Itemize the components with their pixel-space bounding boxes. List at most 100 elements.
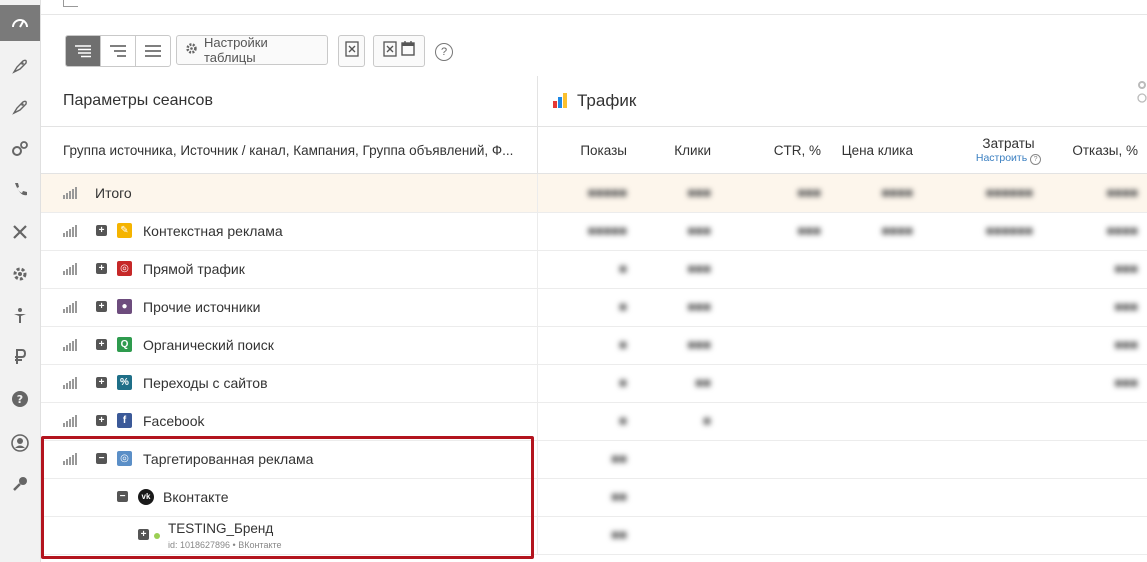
blurred-value: ■■■■	[881, 223, 913, 238]
expand-icon[interactable]: +	[96, 301, 107, 312]
column-divider	[537, 76, 538, 173]
gears-icon[interactable]	[0, 131, 40, 167]
excel-icon	[344, 40, 359, 62]
blurred-value: ■	[619, 375, 627, 390]
expand-icon[interactable]: +	[96, 339, 107, 350]
flat-view-icon[interactable]	[136, 36, 170, 66]
impressions-header[interactable]: Показы	[571, 143, 627, 158]
tree-view-icon[interactable]	[66, 36, 101, 66]
cpc-header[interactable]: Цена клика	[831, 143, 913, 158]
expand-icon[interactable]: +	[96, 377, 107, 388]
left-sidebar: ?	[0, 0, 41, 562]
blurred-value: ■	[703, 413, 711, 428]
toolbar: Настройки таблицы ?	[41, 15, 1147, 76]
dimensions-header[interactable]: Группа источника, Источник / канал, Камп…	[63, 143, 523, 158]
user-icon[interactable]	[0, 425, 40, 461]
view-mode-switch	[65, 35, 171, 67]
row-label: Прочие источники	[143, 299, 261, 315]
other-sources-icon: ●	[117, 299, 132, 314]
svg-text:?: ?	[17, 393, 23, 406]
ctr-header[interactable]: CTR, %	[761, 143, 821, 158]
row-divider	[537, 364, 538, 402]
blurred-value: ■■■	[1114, 299, 1138, 314]
table-row[interactable]: + ✎ Контекстная реклама ■■■■■ ■■■ ■■■ ■■…	[41, 212, 1147, 251]
ruble-icon[interactable]	[0, 339, 40, 375]
table-row[interactable]: + % Переходы с сайтов ■ ■■ ■■■	[41, 364, 1147, 403]
indented-view-icon[interactable]	[101, 36, 136, 66]
row-chart-icon[interactable]	[63, 301, 77, 313]
table-row[interactable]: + ◎ Прямой трафик ■ ■■■ ■■■	[41, 250, 1147, 289]
top-strip	[41, 0, 1147, 15]
blurred-value: ■■■■	[1106, 185, 1138, 200]
blurred-value: ■■■	[1114, 261, 1138, 276]
blurred-value: ■■	[695, 375, 711, 390]
row-divider	[537, 516, 538, 554]
table-row-total[interactable]: Итого ■■■■■ ■■■ ■■■ ■■■■ ■■■■■■ ■■■■	[41, 174, 1147, 213]
row-chart-icon[interactable]	[63, 225, 77, 237]
column-headers: Группа источника, Источник / канал, Камп…	[41, 76, 1147, 174]
highlight-frame	[41, 436, 534, 559]
clicks-header[interactable]: Клики	[661, 143, 711, 158]
row-divider	[537, 440, 538, 478]
row-chart-icon[interactable]	[63, 415, 77, 427]
traffic-chart-icon	[553, 93, 567, 108]
blurred-value: ■	[619, 261, 627, 276]
phone-icon[interactable]	[0, 172, 40, 208]
blurred-value: ■■■■■	[587, 223, 627, 238]
row-chart-icon[interactable]	[63, 339, 77, 351]
scheduled-export-button[interactable]	[373, 35, 425, 67]
export-excel-button[interactable]	[338, 35, 365, 67]
panel-side-icons[interactable]	[1137, 80, 1147, 111]
person-icon[interactable]	[0, 298, 40, 334]
calendar-icon	[401, 41, 415, 61]
row-label: Переходы с сайтов	[143, 375, 268, 391]
table-settings-button[interactable]: Настройки таблицы	[176, 35, 328, 65]
cost-header[interactable]: Затраты Настроить ?	[961, 136, 1056, 165]
cost-header-label: Затраты	[982, 136, 1035, 151]
traffic-title: Трафик	[577, 91, 637, 110]
row-label: Итого	[95, 185, 132, 201]
row-chart-icon[interactable]	[63, 377, 77, 389]
dashboard-icon[interactable]	[0, 5, 40, 41]
cost-configure-link[interactable]: Настроить ?	[961, 152, 1056, 165]
row-label: Прямой трафик	[143, 261, 245, 277]
table-settings-label: Настройки таблицы	[204, 35, 268, 65]
cost-configure-label: Настроить	[975, 152, 1028, 164]
tools-icon[interactable]	[0, 214, 40, 250]
table-row[interactable]: + ● Прочие источники ■ ■■■ ■■■	[41, 288, 1147, 327]
blurred-value: ■■	[611, 451, 627, 466]
info-icon: ?	[1030, 154, 1042, 165]
help-icon[interactable]: ?	[0, 381, 40, 417]
organic-search-icon: Q	[117, 337, 132, 352]
row-divider	[537, 326, 538, 364]
table-row[interactable]: + Q Органический поиск ■ ■■■ ■■■	[41, 326, 1147, 365]
blurred-value: ■	[619, 413, 627, 428]
panel-settings-icon[interactable]	[1137, 80, 1147, 106]
traffic-header: Трафик	[538, 76, 1147, 127]
expand-icon[interactable]: +	[96, 263, 107, 274]
excel-icon	[383, 40, 397, 62]
rocket-alt-icon[interactable]	[0, 89, 40, 125]
row-divider	[537, 402, 538, 440]
blurred-value: ■■■■■■	[985, 185, 1033, 200]
expand-icon[interactable]: +	[96, 225, 107, 236]
blurred-value: ■	[619, 299, 627, 314]
blurred-value: ■■■■■	[587, 185, 627, 200]
row-divider	[537, 174, 538, 212]
bounces-header[interactable]: Отказы, %	[1061, 143, 1138, 158]
blurred-value: ■■■	[1114, 337, 1138, 352]
key-icon[interactable]	[0, 466, 40, 502]
toolbar-help-icon[interactable]: ?	[435, 43, 453, 61]
blurred-value: ■■■	[797, 185, 821, 200]
settings-gear-icon[interactable]	[0, 256, 40, 292]
blurred-value: ■	[619, 337, 627, 352]
blurred-value: ■■■	[687, 185, 711, 200]
blurred-value: ■■	[611, 527, 627, 542]
blurred-value: ■■■	[687, 337, 711, 352]
expand-icon[interactable]: +	[96, 415, 107, 426]
row-chart-icon[interactable]	[63, 187, 77, 199]
row-chart-icon[interactable]	[63, 263, 77, 275]
session-params-title: Параметры сеансов	[63, 92, 213, 109]
row-divider	[537, 288, 538, 326]
rocket-icon[interactable]	[0, 48, 40, 84]
